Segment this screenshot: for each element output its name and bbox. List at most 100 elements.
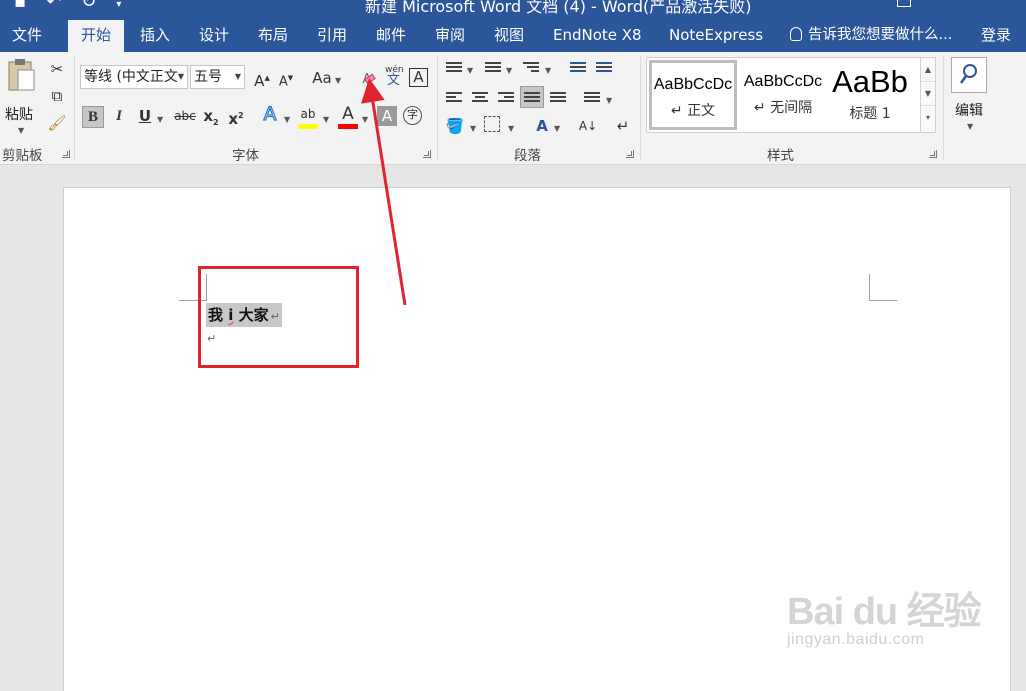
align-right-icon[interactable] bbox=[498, 92, 514, 106]
clear-formatting-button[interactable]: A bbox=[357, 68, 377, 88]
increase-indent-icon[interactable] bbox=[596, 62, 612, 76]
editing-label: 编辑 bbox=[955, 103, 983, 119]
style-preview: AaBb bbox=[832, 64, 908, 99]
line-spacing-dropdown-icon[interactable]: ▼ bbox=[606, 96, 612, 105]
clipboard-launcher-icon[interactable] bbox=[62, 150, 70, 158]
underline-dropdown-icon[interactable]: ▼ bbox=[157, 115, 163, 124]
italic-button[interactable]: I bbox=[109, 106, 129, 126]
character-shading-button[interactable]: A bbox=[377, 106, 397, 126]
justify-button[interactable] bbox=[520, 86, 544, 108]
cut-icon[interactable]: ✂ bbox=[47, 59, 67, 79]
styles-scrollbar[interactable]: ▲ ▼ ▾ bbox=[920, 58, 935, 132]
character-border-button[interactable]: A bbox=[409, 68, 428, 87]
subscript-button[interactable]: x2 bbox=[201, 106, 221, 127]
phonetic-guide-button[interactable]: wén 文 bbox=[383, 65, 405, 91]
shading-button[interactable]: 🪣 bbox=[445, 116, 465, 136]
enclose-characters-button[interactable]: 字 bbox=[403, 106, 422, 125]
customize-qat-icon[interactable]: ▾ bbox=[116, 0, 121, 10]
annotation-highlight-box bbox=[198, 266, 359, 368]
borders-dropdown-icon[interactable]: ▼ bbox=[508, 124, 514, 133]
tell-me-search[interactable]: 告诉我您想要做什么... bbox=[790, 20, 952, 52]
tab-layout[interactable]: 布局 bbox=[258, 20, 288, 52]
paste-button[interactable]: 粘贴 ▼ bbox=[3, 58, 39, 138]
multilevel-list-icon[interactable] bbox=[523, 62, 539, 76]
text-effects-button[interactable]: A bbox=[260, 103, 280, 124]
font-name-select[interactable]: 等线 (中文正文 ▼ bbox=[80, 65, 188, 89]
decrease-indent-icon[interactable] bbox=[570, 62, 586, 76]
chinese-layout-button[interactable]: A bbox=[532, 116, 552, 136]
change-case-button[interactable]: Aa bbox=[310, 68, 334, 88]
tab-insert[interactable]: 插入 bbox=[140, 20, 170, 52]
bold-button[interactable]: B bbox=[82, 106, 104, 128]
style-no-spacing[interactable]: AaBbCcDc ↵ 无间隔 bbox=[739, 60, 827, 130]
tab-mailings[interactable]: 邮件 bbox=[376, 20, 406, 52]
font-size-select[interactable]: 五号 ▼ bbox=[190, 65, 245, 89]
distributed-icon[interactable] bbox=[550, 92, 566, 106]
editing-dropdown-icon[interactable]: ▼ bbox=[967, 122, 973, 131]
style-normal[interactable]: AaBbCcDc ↵ 正文 bbox=[649, 60, 737, 130]
tab-home[interactable]: 开始 bbox=[68, 20, 125, 53]
tab-endnote[interactable]: EndNote X8 bbox=[553, 20, 642, 52]
copy-icon[interactable]: ⧉ bbox=[47, 86, 67, 106]
numbering-dropdown-icon[interactable]: ▼ bbox=[506, 66, 512, 75]
text-effects-dropdown-icon[interactable]: ▼ bbox=[284, 115, 290, 124]
paste-dropdown-icon[interactable]: ▼ bbox=[18, 126, 24, 135]
paste-label: 粘贴 bbox=[5, 107, 33, 123]
format-painter-icon[interactable]: 🖌 bbox=[47, 113, 67, 133]
shrink-font-button[interactable]: A▼ bbox=[276, 68, 296, 89]
tab-view[interactable]: 视图 bbox=[494, 20, 524, 52]
styles-launcher-icon[interactable] bbox=[929, 150, 937, 158]
tell-me-text: 告诉我您想要做什么... bbox=[808, 27, 953, 43]
style-name: ↵ 无间隔 bbox=[753, 100, 813, 116]
line-spacing-icon[interactable] bbox=[584, 92, 600, 106]
align-left-icon[interactable] bbox=[446, 92, 462, 106]
multilevel-dropdown-icon[interactable]: ▼ bbox=[545, 66, 551, 75]
tab-design[interactable]: 设计 bbox=[199, 20, 229, 52]
font-color-button[interactable]: A bbox=[338, 104, 358, 129]
font-color-dropdown-icon[interactable]: ▼ bbox=[362, 115, 368, 124]
style-heading-1[interactable]: AaBb 标题 1 bbox=[828, 60, 912, 130]
sign-in-link[interactable]: 登录 bbox=[981, 20, 1011, 52]
bold-icon: B bbox=[87, 109, 98, 125]
chevron-down-icon[interactable]: ▼ bbox=[921, 82, 935, 106]
paragraph-launcher-icon[interactable] bbox=[626, 150, 634, 158]
numbering-icon[interactable] bbox=[485, 62, 501, 76]
shading-dropdown-icon[interactable]: ▼ bbox=[470, 124, 476, 133]
save-icon[interactable]: ▪ bbox=[14, 0, 26, 12]
superscript-button[interactable]: x2 bbox=[226, 106, 246, 128]
ribbon-display-options-icon[interactable] bbox=[897, 0, 911, 7]
tab-references[interactable]: 引用 bbox=[317, 20, 347, 52]
style-name: ↵ 正文 bbox=[670, 103, 716, 119]
chevron-up-icon[interactable]: ▲ bbox=[921, 58, 935, 82]
bullets-icon[interactable] bbox=[446, 62, 462, 76]
highlight-icon: ab bbox=[300, 107, 316, 121]
tab-file[interactable]: 文件 bbox=[12, 20, 42, 52]
chinese-layout-dropdown-icon[interactable]: ▼ bbox=[554, 124, 560, 133]
watermark: Bai du 经验 jingyan.baidu.com bbox=[787, 580, 987, 649]
highlight-dropdown-icon[interactable]: ▼ bbox=[323, 115, 329, 124]
style-name: 标题 1 bbox=[849, 106, 891, 122]
font-group-label: 字体 bbox=[232, 148, 259, 164]
tab-review[interactable]: 审阅 bbox=[435, 20, 465, 52]
underline-icon: U bbox=[138, 107, 152, 125]
undo-icon[interactable]: ↶ bbox=[46, 0, 61, 12]
redo-icon[interactable]: ↻ bbox=[81, 0, 96, 12]
chevron-down-icon[interactable]: ▼ bbox=[335, 76, 341, 85]
font-color-icon: A bbox=[342, 104, 354, 124]
grow-font-button[interactable]: A▲ bbox=[252, 68, 272, 90]
character-border-icon: A bbox=[413, 68, 424, 86]
strikethrough-button[interactable]: abc bbox=[173, 106, 197, 126]
more-styles-icon[interactable]: ▾ bbox=[921, 106, 935, 130]
align-center-icon[interactable] bbox=[472, 92, 488, 106]
divider bbox=[943, 56, 944, 160]
font-launcher-icon[interactable] bbox=[423, 150, 431, 158]
borders-button[interactable] bbox=[484, 116, 500, 132]
chevron-down-icon: ▼ bbox=[177, 72, 184, 81]
sort-button[interactable]: A↓ bbox=[578, 116, 598, 136]
highlight-button[interactable]: ab bbox=[298, 104, 318, 129]
tab-noteexpress[interactable]: NoteExpress bbox=[669, 20, 763, 52]
bullets-dropdown-icon[interactable]: ▼ bbox=[467, 66, 473, 75]
show-marks-button[interactable]: ↵ bbox=[613, 116, 633, 136]
editing-button[interactable]: 编辑 ▼ bbox=[950, 57, 990, 137]
underline-button[interactable]: U bbox=[135, 106, 155, 126]
